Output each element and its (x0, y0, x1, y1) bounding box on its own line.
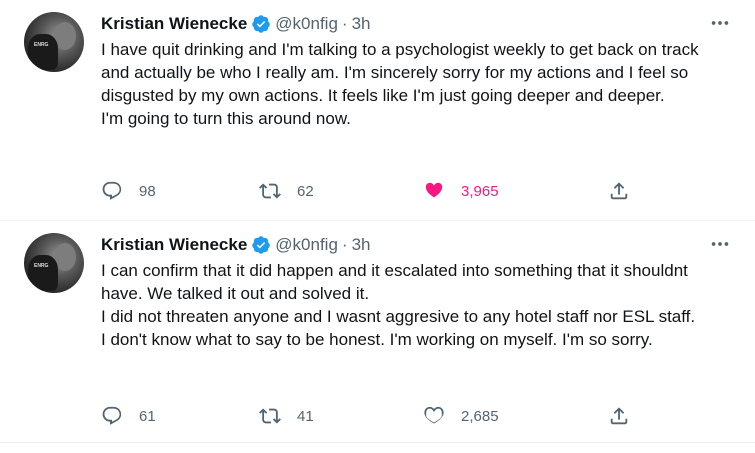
like-icon (425, 182, 443, 198)
author-handle[interactable]: @k0nfig (275, 235, 338, 255)
verified-badge-icon (252, 236, 271, 254)
share-button[interactable] (608, 404, 630, 428)
tweet-text: I have quit drinking and I'm talking to … (101, 38, 731, 130)
like-count: 2,685 (461, 407, 499, 425)
tweet-text-paragraph: I don't know what to say to be honest. I… (101, 330, 653, 349)
tweet[interactable]: ENRG Kristian Wienecke @k0nfig · 3h I ca… (0, 221, 755, 442)
retweet-button[interactable]: 62 (259, 179, 314, 203)
tweet-actions: 98 62 3,965 (101, 179, 641, 203)
timestamp[interactable]: 3h (352, 14, 371, 34)
retweet-icon (259, 183, 281, 199)
like-count: 3,965 (461, 182, 499, 200)
reply-count: 98 (139, 182, 156, 200)
verified-badge-icon (252, 15, 271, 33)
tweet-text-paragraph: I have quit drinking and I'm talking to … (101, 40, 699, 105)
timestamp[interactable]: 3h (352, 235, 371, 255)
tweet-text-paragraph: I can confirm that it did happen and it … (101, 261, 688, 303)
avatar[interactable]: ENRG (24, 233, 84, 293)
reply-icon (102, 406, 122, 425)
reply-count: 61 (139, 407, 156, 425)
tweet-text-paragraph: I did not threaten anyone and I wasnt ag… (101, 307, 696, 326)
reply-button[interactable]: 61 (101, 404, 156, 428)
author-name[interactable]: Kristian Wienecke (101, 235, 247, 255)
tweet-text-paragraph: I'm going to turn this around now. (101, 109, 351, 128)
reply-icon (102, 181, 122, 200)
author-name[interactable]: Kristian Wienecke (101, 14, 247, 34)
tweet-feed: ENRG Kristian Wienecke @k0nfig · 3h I ha… (0, 0, 755, 453)
more-icon[interactable] (709, 233, 731, 255)
tweet-actions: 61 41 2,685 (101, 404, 641, 428)
retweet-count: 41 (297, 407, 314, 425)
author-handle[interactable]: @k0nfig (275, 14, 338, 34)
divider (0, 442, 755, 443)
like-button[interactable]: 2,685 (423, 404, 499, 428)
more-icon[interactable] (709, 12, 731, 34)
like-icon (424, 406, 444, 424)
tweet[interactable]: ENRG Kristian Wienecke @k0nfig · 3h I ha… (0, 0, 755, 220)
retweet-button[interactable]: 41 (259, 404, 314, 428)
share-icon (610, 407, 628, 425)
avatar-logo-text: ENRG (34, 42, 49, 48)
retweet-count: 62 (297, 182, 314, 200)
like-button[interactable]: 3,965 (423, 179, 499, 203)
tweet-header: Kristian Wienecke @k0nfig · 3h (101, 233, 371, 257)
share-button[interactable] (608, 179, 630, 203)
separator: · (341, 14, 348, 33)
avatar[interactable]: ENRG (24, 12, 84, 72)
avatar-logo-text: ENRG (34, 263, 49, 269)
reply-button[interactable]: 98 (101, 179, 156, 203)
separator: · (341, 235, 348, 254)
share-icon (610, 182, 628, 200)
tweet-header: Kristian Wienecke @k0nfig · 3h (101, 12, 371, 36)
retweet-icon (259, 408, 281, 424)
tweet-text: I can confirm that it did happen and it … (101, 259, 731, 351)
